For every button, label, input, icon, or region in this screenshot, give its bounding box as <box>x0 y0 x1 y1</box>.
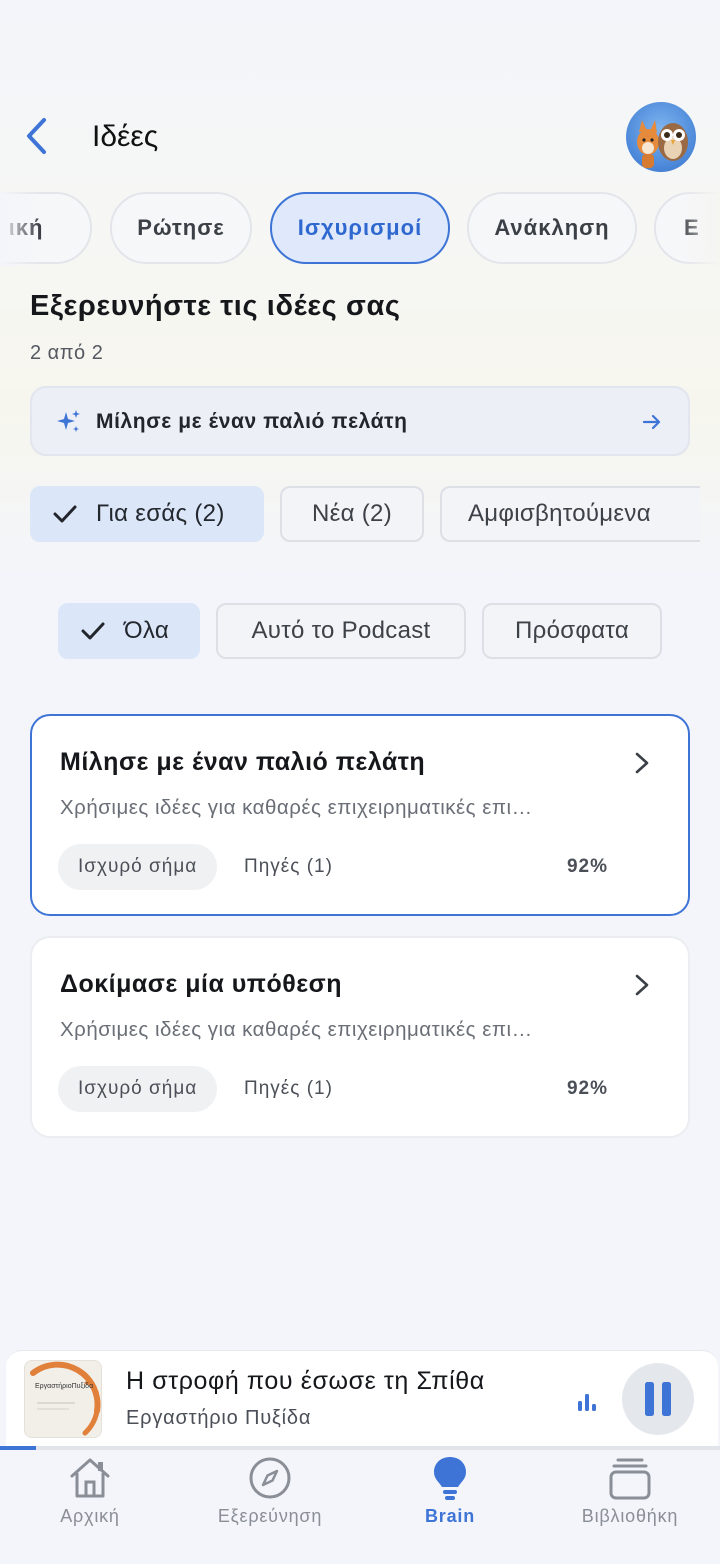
filter-this-podcast-label: Αυτό το Podcast <box>251 617 431 644</box>
section-title: Εξερευνήστε τις ιδέες σας <box>30 290 401 322</box>
filter-recent-label: Πρόσφατα <box>515 617 629 644</box>
filter-disputed[interactable]: Αμφισβητούμενα <box>440 486 700 542</box>
compass-icon <box>249 1457 291 1499</box>
signal-badge: Ισχυρό σήμα <box>58 844 218 890</box>
filter-all[interactable]: Όλα <box>58 603 200 659</box>
tab-claims[interactable]: Ισχυρισμοί <box>270 192 450 264</box>
filter-for-you[interactable]: Για εσάς (2) <box>30 486 264 542</box>
suggestion-label: Μίλησε με έναν παλιό πελάτη <box>96 410 408 433</box>
library-icon <box>609 1458 651 1500</box>
filter-this-podcast[interactable]: Αυτό το Podcast <box>216 603 466 659</box>
nav-library[interactable]: Βιβλιοθήκη <box>540 1450 720 1564</box>
mini-player[interactable]: ΕργαστήριοΠυξίδα Η στροφή που έσωσε τη Σ… <box>6 1350 718 1448</box>
chevron-left-icon <box>27 118 46 154</box>
category-tabs: ική Ρώτησε Ισχυρισμοί Ανάκληση Ε <box>0 192 720 266</box>
card-description: Χρήσιμες ιδέες για καθαρές επιχειρηματικ… <box>60 796 533 819</box>
nav-home[interactable]: Αρχική <box>0 1450 180 1564</box>
arrow-right-icon <box>642 414 661 430</box>
idea-card[interactable]: Μίλησε με έναν παλιό πελάτη Χρήσιμες ιδέ… <box>30 714 690 916</box>
card-description: Χρήσιμες ιδέες για καθαρές επιχειρηματικ… <box>60 1018 533 1041</box>
chevron-right-icon <box>635 752 649 774</box>
filter-recent[interactable]: Πρόσφατα <box>482 603 662 659</box>
idea-card[interactable]: Δοκίμασε μία υπόθεση Χρήσιμες ιδέες για … <box>30 936 690 1138</box>
pause-icon <box>645 1382 671 1416</box>
card-title: Μίλησε με έναν παλιό πελάτη <box>60 748 426 776</box>
suggestion-banner[interactable]: Μίλησε με έναν παλιό πελάτη <box>30 386 690 456</box>
header: Ιδέες <box>0 100 720 176</box>
tabs-fade-right <box>680 192 720 266</box>
back-button[interactable] <box>18 116 54 156</box>
sparkles-icon <box>57 410 80 432</box>
tab-ask[interactable]: Ρώτησε <box>110 192 252 264</box>
sources-link[interactable]: Πηγές (1) <box>244 1078 333 1100</box>
filter-new[interactable]: Νέα (2) <box>280 486 424 542</box>
nav-library-label: Βιβλιοθήκη <box>581 1506 679 1526</box>
sources-link[interactable]: Πηγές (1) <box>244 856 333 878</box>
equalizer-icon <box>578 1394 596 1411</box>
filter-all-label: Όλα <box>124 617 169 644</box>
lightbulb-icon <box>434 1457 466 1500</box>
filter-disputed-label: Αμφισβητούμενα <box>468 500 651 527</box>
pause-button[interactable] <box>622 1363 694 1435</box>
checkmark-icon <box>81 622 105 640</box>
signal-badge: Ισχυρό σήμα <box>58 1066 218 1112</box>
score-value: 92% <box>566 1078 608 1099</box>
checkmark-icon <box>53 505 77 523</box>
results-count: 2 από 2 <box>30 342 104 364</box>
podcast-cover: ΕργαστήριοΠυξίδα <box>24 1360 102 1438</box>
nav-home-label: Αρχική <box>60 1506 120 1526</box>
nav-brain-label: Brain <box>424 1506 475 1526</box>
player-title: Η στροφή που έσωσε τη Σπίθα <box>126 1367 485 1395</box>
tab-recall[interactable]: Ανάκληση <box>467 192 637 264</box>
nav-explore[interactable]: Εξερεύνηση <box>180 1450 360 1564</box>
score-value: 92% <box>566 856 608 877</box>
nav-brain[interactable]: Brain <box>360 1450 540 1564</box>
fox-owl-avatar-icon <box>637 120 688 168</box>
bottom-tab-bar: Αρχική Εξερεύνηση Brain Βιβλιοθήκη <box>0 1450 720 1564</box>
avatar[interactable] <box>626 102 696 172</box>
filter-for-you-label: Για εσάς (2) <box>96 500 225 527</box>
home-icon <box>70 1458 110 1498</box>
cover-title: ΕργαστήριοΠυξίδα <box>35 1383 94 1390</box>
filter-new-label: Νέα (2) <box>311 500 392 527</box>
player-subtitle: Εργαστήριο Πυξίδα <box>126 1407 312 1429</box>
chevron-right-icon <box>635 974 649 996</box>
cover-art <box>30 1361 101 1436</box>
nav-explore-label: Εξερεύνηση <box>217 1506 323 1526</box>
page-title: Ιδέες <box>92 120 159 153</box>
tabs-fade-left <box>0 192 40 266</box>
card-title: Δοκίμασε μία υπόθεση <box>60 970 342 998</box>
